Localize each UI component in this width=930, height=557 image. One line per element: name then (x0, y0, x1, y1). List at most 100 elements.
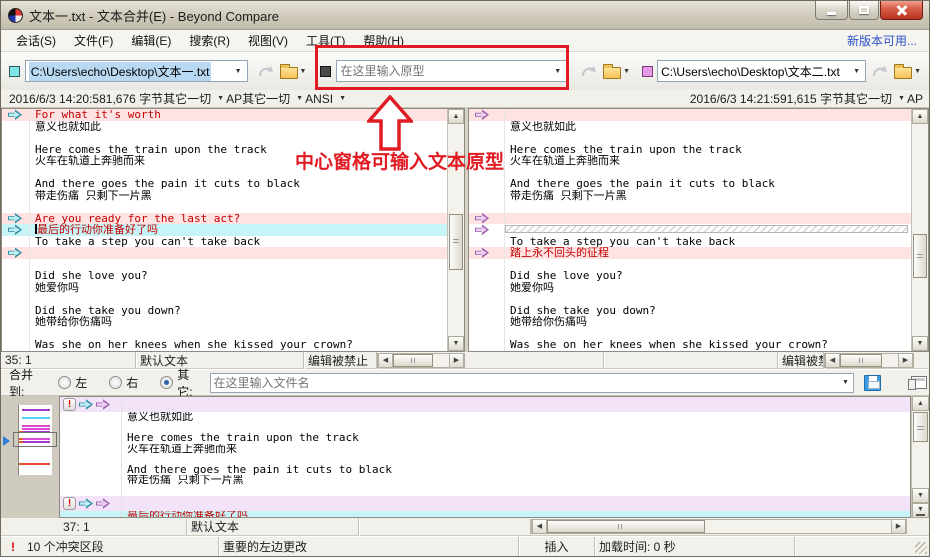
text-line[interactable]: 意义也就如此 (469, 120, 911, 132)
right-path-combobox[interactable]: C:\Users\echo\Desktop\文本二.txt ▼ (657, 60, 867, 82)
copy-section-arrow-icon[interactable] (475, 224, 489, 236)
text-line[interactable]: Here comes the train upon the track (2, 143, 447, 155)
chevron-down-icon[interactable]: ▼ (233, 68, 244, 75)
text-line[interactable]: Did she take you down? (2, 304, 447, 316)
merged-output-editor[interactable]: ! 意义也就如此 Here comes the train upon the tra… (59, 396, 911, 518)
copy-section-arrow-icon[interactable] (475, 109, 489, 121)
center-prototype-combobox[interactable]: ▼ (336, 60, 568, 82)
text-line[interactable]: 带走伤痛 只剩下一片黑 (2, 189, 447, 201)
left-syntax-label[interactable]: 默认文本 (136, 350, 304, 370)
right-flag-p[interactable]: P (915, 92, 923, 106)
text-line[interactable] (469, 201, 911, 213)
text-line[interactable]: Was she on her knees when she kissed you… (469, 339, 911, 351)
merge-other-label[interactable]: 其它: (177, 366, 204, 400)
scroll-thumb[interactable] (547, 520, 705, 533)
copy-section-arrow-icon[interactable] (8, 224, 22, 236)
center-pane-color-button[interactable] (318, 59, 333, 83)
scroll-thumb[interactable] (393, 353, 433, 367)
text-line[interactable] (469, 109, 911, 121)
merged-horizontal-scrollbar[interactable]: ◀ ▶ (531, 519, 907, 534)
text-line[interactable] (60, 454, 910, 465)
text-line[interactable]: 踏上永不回头的征程 (469, 247, 911, 259)
text-line[interactable]: And there goes the pain it cuts to black (60, 464, 910, 475)
text-line[interactable] (2, 132, 447, 144)
copy-section-arrow-icon[interactable] (475, 212, 489, 224)
text-line[interactable]: Are you ready for the last act? (2, 212, 447, 224)
text-line[interactable] (469, 212, 911, 224)
text-line[interactable]: 她爱你吗 (469, 281, 911, 293)
left-horizontal-scrollbar[interactable]: ◀ ▶ (377, 352, 465, 368)
merge-minimap[interactable] (1, 396, 59, 518)
merge-left-label[interactable]: 左 (75, 374, 87, 391)
left-open-folder-button[interactable]: ▼ (278, 59, 311, 83)
text-line[interactable]: 火车在轨道上奔驰而来 (2, 155, 447, 167)
text-line[interactable]: 带走伤痛 只剩下一片黑 (469, 189, 911, 201)
scroll-right-icon[interactable]: ▶ (898, 353, 913, 367)
menu-item[interactable]: 工具(T) (297, 30, 354, 51)
minimize-button[interactable] (815, 1, 848, 20)
menu-item[interactable]: 搜索(R) (180, 30, 239, 51)
text-line[interactable]: 在亲吻你的王冠时 她有没有双膝跪地 (469, 350, 911, 351)
text-line[interactable]: Did she love you? (469, 270, 911, 282)
menu-item[interactable]: 视图(V) (239, 30, 297, 51)
text-line[interactable]: ! (60, 496, 910, 511)
scroll-thumb[interactable] (840, 353, 882, 367)
scroll-left-icon[interactable]: ◀ (378, 353, 393, 367)
update-available-link[interactable]: 新版本可用... (847, 32, 923, 49)
left-flag-a[interactable]: A (226, 92, 234, 106)
text-line[interactable]: Did she take you down? (469, 304, 911, 316)
right-flag-a[interactable]: A (907, 92, 915, 106)
left-path-combobox[interactable]: C:\Users\echo\Desktop\文本一.txt ▼ (24, 60, 248, 82)
center-open-folder-button[interactable]: ▼ (601, 59, 634, 83)
merged-syntax-label[interactable]: 默认文本 (187, 517, 359, 536)
text-line[interactable]: To take a step you can't take back (2, 235, 447, 247)
copy-section-arrow-icon[interactable] (8, 109, 22, 121)
conflict-icon[interactable]: ! (63, 398, 76, 411)
minimap-viewport[interactable] (13, 432, 57, 447)
text-line[interactable]: 火车在轨道上奔驰而来 (469, 155, 911, 167)
scroll-thumb[interactable] (913, 412, 928, 442)
text-line[interactable] (469, 166, 911, 178)
text-line[interactable] (469, 258, 911, 270)
left-editor-pane[interactable]: For what it's worth 意义也就如此 Here comes the … (1, 108, 465, 352)
scroll-right-icon[interactable]: ▶ (891, 520, 906, 533)
right-open-folder-button[interactable]: ▼ (892, 59, 925, 83)
left-filter-dropdown[interactable]: 其它一切 ▼ (163, 90, 226, 107)
open-output-window-button[interactable] (907, 371, 929, 395)
center-prototype-input[interactable] (340, 64, 553, 78)
text-line[interactable]: 最后的行动你准备好了吗 (2, 224, 447, 236)
copy-section-arrow-icon[interactable] (8, 212, 22, 224)
left-rule-dropdown[interactable]: 其它一切 ▼ (242, 90, 305, 107)
text-line[interactable] (60, 485, 910, 496)
output-filename-combobox[interactable]: ▼ (210, 372, 854, 393)
text-line[interactable] (2, 247, 447, 259)
merge-right-radio[interactable] (109, 376, 123, 389)
scroll-left-icon[interactable]: ◀ (825, 353, 840, 367)
close-button[interactable] (880, 1, 923, 20)
copy-section-arrow-icon[interactable] (96, 399, 110, 410)
text-line[interactable] (60, 422, 910, 433)
text-line[interactable]: 意义也就如此 (2, 120, 447, 132)
menu-item[interactable]: 文件(F) (65, 30, 122, 51)
conflict-icon[interactable]: ! (63, 497, 76, 510)
right-swap-icon[interactable] (870, 59, 890, 83)
scroll-left-icon[interactable]: ◀ (532, 520, 547, 533)
scroll-right-icon[interactable]: ▶ (449, 353, 464, 367)
scroll-thumb[interactable] (449, 214, 463, 270)
text-line[interactable]: 在亲吻你的王冠时 她有没有双膝跪地 (2, 350, 447, 351)
maximize-button[interactable] (849, 1, 879, 20)
right-filter-dropdown[interactable]: 其它一切 ▼ (844, 90, 907, 107)
text-line[interactable] (469, 293, 911, 305)
text-line[interactable] (469, 327, 911, 339)
text-line[interactable] (2, 258, 447, 270)
left-vertical-scrollbar[interactable]: ▲ ▼ (447, 109, 464, 351)
text-line[interactable]: And there goes the pain it cuts to black (2, 178, 447, 190)
chevron-down-icon[interactable]: ▼ (840, 379, 851, 386)
merged-vertical-scrollbar[interactable]: ▲ ▼ ▼ (911, 396, 929, 518)
text-line[interactable]: 意义也就如此 (60, 412, 910, 423)
scroll-up-icon[interactable]: ▲ (912, 109, 928, 124)
text-line[interactable]: For what it's worth (2, 109, 447, 121)
copy-section-arrow-icon[interactable] (475, 247, 489, 259)
text-line[interactable] (469, 224, 911, 236)
text-line[interactable]: 她带给你伤痛吗 (469, 316, 911, 328)
